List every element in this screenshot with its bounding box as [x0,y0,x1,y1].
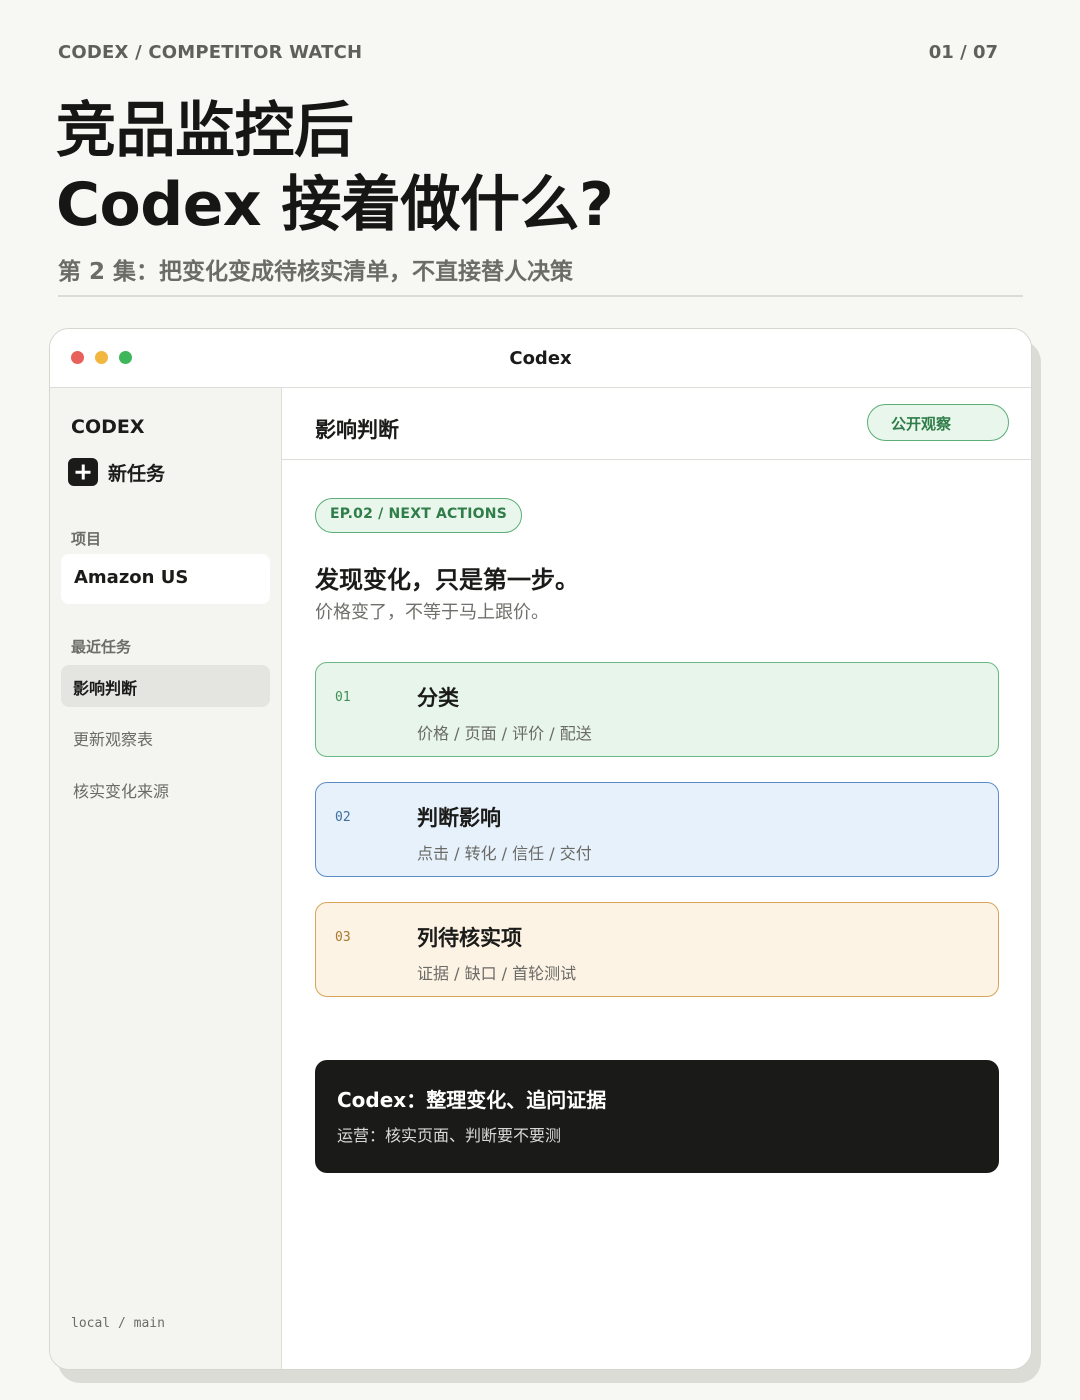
step-tags: 价格 / 页面 / 评价 / 配送 [417,724,592,743]
operator-role-line: 运营：核实页面、判断要不要测 [337,1126,562,1145]
project-item-amazon-us[interactable]: Amazon US [61,554,270,604]
episode-badge: EP.02 / NEXT ACTIONS [315,498,522,533]
headline-line-1: 竞品监控后 [56,96,354,166]
visibility-pill[interactable]: 公开观察 [867,404,1009,441]
step-number: 02 [335,810,351,825]
page-counter: 01 / 07 [928,42,998,63]
step-number: 01 [335,690,351,705]
divider [58,295,1023,297]
projects-section-label: 项目 [71,530,102,548]
role-summary-card: Codex：整理变化、追问证据 运营：核实页面、判断要不要测 [315,1060,999,1173]
task-title: 影响判断 [315,418,399,442]
lead-title: 发现变化，只是第一步。 [315,566,579,594]
step-title: 分类 [417,686,459,710]
recent-task-verify-change-source[interactable]: 核实变化来源 [61,768,270,810]
main-header: 影响判断 公开观察 [282,388,1031,460]
new-task-label: 新任务 [108,462,166,485]
step-tags: 证据 / 缺口 / 首轮测试 [417,964,577,983]
plus-icon [68,458,98,486]
step-title: 判断影响 [417,806,501,830]
new-task-button[interactable]: 新任务 [68,457,165,487]
main-panel: 影响判断 公开观察 EP.02 / NEXT ACTIONS 发现变化，只是第一… [282,388,1031,1369]
episode-subheadline: 第 2 集：把变化变成待核实清单，不直接替人决策 [58,259,574,285]
step-card-judge-impact: 02 判断影响 点击 / 转化 / 信任 / 交付 [315,782,999,877]
lead-subtitle: 价格变了，不等于马上跟价。 [315,602,549,623]
sidebar: CODEX 新任务 项目 Amazon US 最近任务 影响判断 更新观察表 核… [50,388,282,1369]
window-titlebar: Codex [50,329,1031,388]
step-tags: 点击 / 转化 / 信任 / 交付 [417,844,592,863]
poster: CODEX / COMPETITOR WATCH 01 / 07 竞品监控后 C… [0,0,1080,1400]
recent-tasks-section-label: 最近任务 [71,638,132,656]
headline-line-2: Codex 接着做什么? [56,170,614,240]
step-card-classify: 01 分类 价格 / 页面 / 评价 / 配送 [315,662,999,757]
branch-indicator: local / main [71,1316,165,1331]
step-card-verify-list: 03 列待核实项 证据 / 缺口 / 首轮测试 [315,902,999,997]
codex-role-line: Codex：整理变化、追问证据 [337,1088,607,1112]
window-title: Codex [509,348,572,369]
app-window: Codex CODEX 新任务 项目 Amazon US 最近任务 影响判断 更… [49,328,1032,1370]
step-title: 列待核实项 [417,926,522,950]
headline: 竞品监控后 Codex 接着做什么? [56,94,614,242]
brand-label: CODEX [71,416,145,438]
series-kicker: CODEX / COMPETITOR WATCH [58,42,363,63]
recent-task-update-watch-table[interactable]: 更新观察表 [61,716,270,758]
step-number: 03 [335,930,351,945]
recent-task-impact-assessment[interactable]: 影响判断 [61,665,270,707]
